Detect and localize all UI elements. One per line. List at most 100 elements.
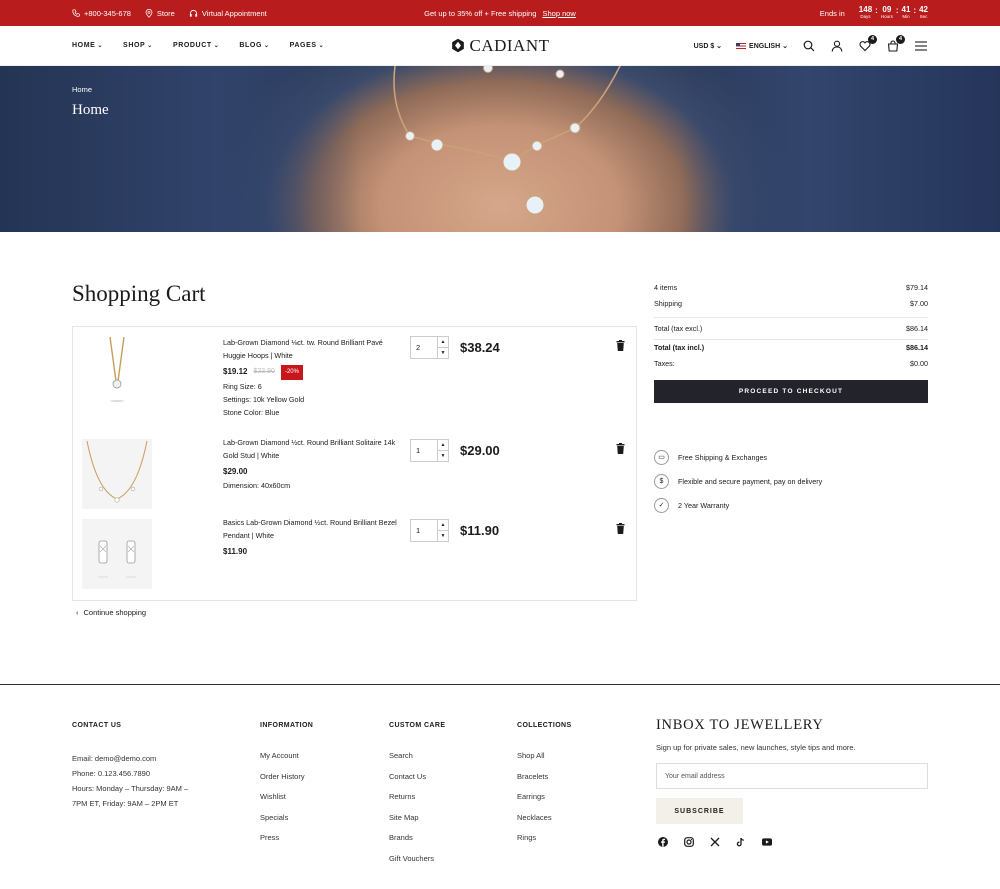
product-thumbnail[interactable] — [82, 439, 152, 509]
footer-link[interactable]: Rings — [517, 833, 572, 854]
footer-heading: CONTACT US — [72, 722, 122, 729]
phone-link[interactable]: +800-345-678 — [72, 9, 131, 18]
footer-link[interactable]: Bracelets — [517, 772, 572, 793]
chevron-up-icon[interactable]: ▲ — [438, 440, 448, 451]
thumbs-up-icon: ✓ — [654, 497, 669, 513]
contact-email[interactable]: Email: demo@demo.com — [72, 751, 188, 766]
summary-value: $86.14 — [906, 343, 928, 353]
quantity-stepper: 1 ▲ ▼ — [410, 439, 449, 462]
quantity-input[interactable]: 1 — [411, 520, 437, 541]
product-price: $29.00 — [223, 466, 248, 476]
chevron-down-icon: ⌄ — [147, 43, 153, 49]
footer-link[interactable]: Site Map — [389, 813, 445, 834]
contact-phone[interactable]: Phone: 0.123.456.7890 — [72, 766, 188, 781]
footer-link[interactable]: Brands — [389, 833, 445, 854]
footer-link[interactable]: Search — [389, 751, 445, 772]
quantity-stepper: 1 ▲ ▼ — [410, 519, 449, 542]
search-button[interactable] — [802, 39, 816, 53]
line-total: $11.90 — [460, 523, 500, 538]
shop-now-link[interactable]: Shop now — [542, 9, 575, 18]
tiktok-icon[interactable] — [736, 837, 746, 847]
currency-label: USD $ — [693, 42, 715, 50]
trash-icon[interactable] — [616, 340, 625, 351]
trash-icon[interactable] — [616, 523, 625, 534]
nav-item-pages[interactable]: PAGES ⌄ — [290, 42, 325, 49]
instagram-icon[interactable] — [684, 837, 694, 847]
countdown-seconds-label: Sec — [919, 14, 928, 20]
phone-icon — [72, 9, 80, 17]
store-link[interactable]: Store — [145, 9, 175, 18]
nav-label: BLOG — [239, 42, 263, 49]
chevron-down-icon[interactable]: ▼ — [438, 531, 448, 541]
currency-selector[interactable]: USD $ ⌄ — [694, 42, 722, 50]
breadcrumb[interactable]: Home — [72, 85, 92, 94]
nav-item-product[interactable]: PRODUCT ⌄ — [173, 42, 219, 49]
nav-item-home[interactable]: HOME ⌄ — [72, 42, 103, 49]
chevron-down-icon[interactable]: ▼ — [438, 348, 448, 358]
wishlist-button[interactable]: 4 — [858, 34, 877, 53]
nav-item-shop[interactable]: SHOP ⌄ — [123, 42, 153, 49]
footer-link[interactable]: Shop All — [517, 751, 572, 772]
promo-text: Get up to 35% off + Free shipping — [424, 8, 537, 18]
footer-link[interactable]: Order History — [260, 772, 313, 793]
product-thumbnail[interactable] — [82, 335, 152, 405]
logo-text: CADIANT — [469, 35, 550, 55]
summary-label: 4 items — [654, 282, 678, 292]
product-name[interactable]: Lab-Grown Diamond ⅛ct. tw. Round Brillia… — [223, 336, 403, 363]
chevron-up-icon[interactable]: ▲ — [438, 337, 448, 348]
site-footer: CONTACT US Email: demo@demo.com Phone: 0… — [0, 684, 1000, 889]
cart-summary: 4 items $79.14 Shipping $7.00 Total (tax e… — [654, 279, 928, 403]
nav-item-blog[interactable]: BLOG ⌄ — [239, 42, 269, 49]
footer-contact: CONTACT US Email: demo@demo.com Phone: 0… — [72, 722, 188, 811]
footer-link[interactable]: Necklaces — [517, 813, 572, 834]
language-selector[interactable]: ENGLISH ⌄ — [736, 42, 788, 50]
footer-link[interactable]: Specials — [260, 813, 313, 834]
chevron-down-icon[interactable]: ▼ — [438, 451, 448, 461]
line-total: $38.24 — [460, 340, 500, 355]
footer-link[interactable]: Wishlist — [260, 792, 313, 813]
cart-button[interactable]: 4 — [886, 34, 905, 53]
summary-value: $79.14 — [906, 282, 928, 292]
continue-shopping-link[interactable]: ‹ Continue shopping — [76, 608, 146, 617]
account-button[interactable] — [830, 39, 844, 53]
summary-incl-row: Total (tax incl.) $86.14 — [654, 339, 928, 356]
product-price: $19.12 — [223, 366, 248, 376]
quantity-input[interactable]: 2 — [411, 337, 437, 358]
location-pin-icon — [145, 8, 153, 18]
x-icon[interactable] — [710, 837, 720, 847]
footer-heading: CUSTOM CARE — [389, 722, 446, 729]
countdown-minutes-label: Min — [902, 14, 910, 20]
product-thumbnail[interactable] — [82, 519, 152, 589]
checkout-button[interactable]: PROCEED TO CHECKOUT — [654, 380, 928, 403]
summary-value: $7.00 — [910, 299, 928, 309]
menu-button[interactable] — [914, 39, 928, 53]
footer-link[interactable]: My Account — [260, 751, 313, 772]
footer-link[interactable]: Returns — [389, 792, 445, 813]
footer-link[interactable]: Press — [260, 833, 313, 854]
chevron-down-icon: ⌄ — [318, 43, 325, 49]
quantity-input[interactable]: 1 — [411, 440, 437, 461]
summary-value: $86.14 — [906, 324, 928, 333]
footer-link[interactable]: Contact Us — [389, 772, 445, 793]
appointment-link[interactable]: Virtual Appointment — [189, 9, 267, 18]
perk-label: Free Shipping & Exchanges — [678, 452, 768, 462]
nav-label: SHOP — [123, 42, 146, 49]
countdown-days-label: Days — [860, 14, 871, 20]
continue-shopping-label: Continue shopping — [83, 608, 147, 617]
chevron-down-icon: ⌄ — [264, 43, 270, 49]
product-name[interactable]: Basics Lab-Grown Diamond ½ct. Round Bril… — [223, 516, 403, 543]
cart-heading: Shopping Cart — [72, 281, 206, 306]
email-field[interactable]: Your email address — [656, 763, 928, 789]
countdown-days: 148 — [858, 5, 873, 15]
youtube-icon[interactable] — [762, 837, 772, 847]
site-logo[interactable]: CADIANT — [451, 36, 550, 56]
chevron-up-icon[interactable]: ▲ — [438, 520, 448, 531]
nav-label: PAGES — [289, 42, 317, 49]
footer-link[interactable]: Gift Vouchers — [389, 854, 445, 875]
wishlist-count-badge: 4 — [868, 34, 877, 44]
subscribe-button[interactable]: SUBSCRIBE — [656, 798, 743, 824]
facebook-icon[interactable] — [658, 837, 668, 847]
trash-icon[interactable] — [616, 443, 625, 454]
product-name[interactable]: Lab-Grown Diamond ½ct. Round Brilliant S… — [223, 436, 403, 463]
footer-link[interactable]: Earrings — [517, 792, 572, 813]
